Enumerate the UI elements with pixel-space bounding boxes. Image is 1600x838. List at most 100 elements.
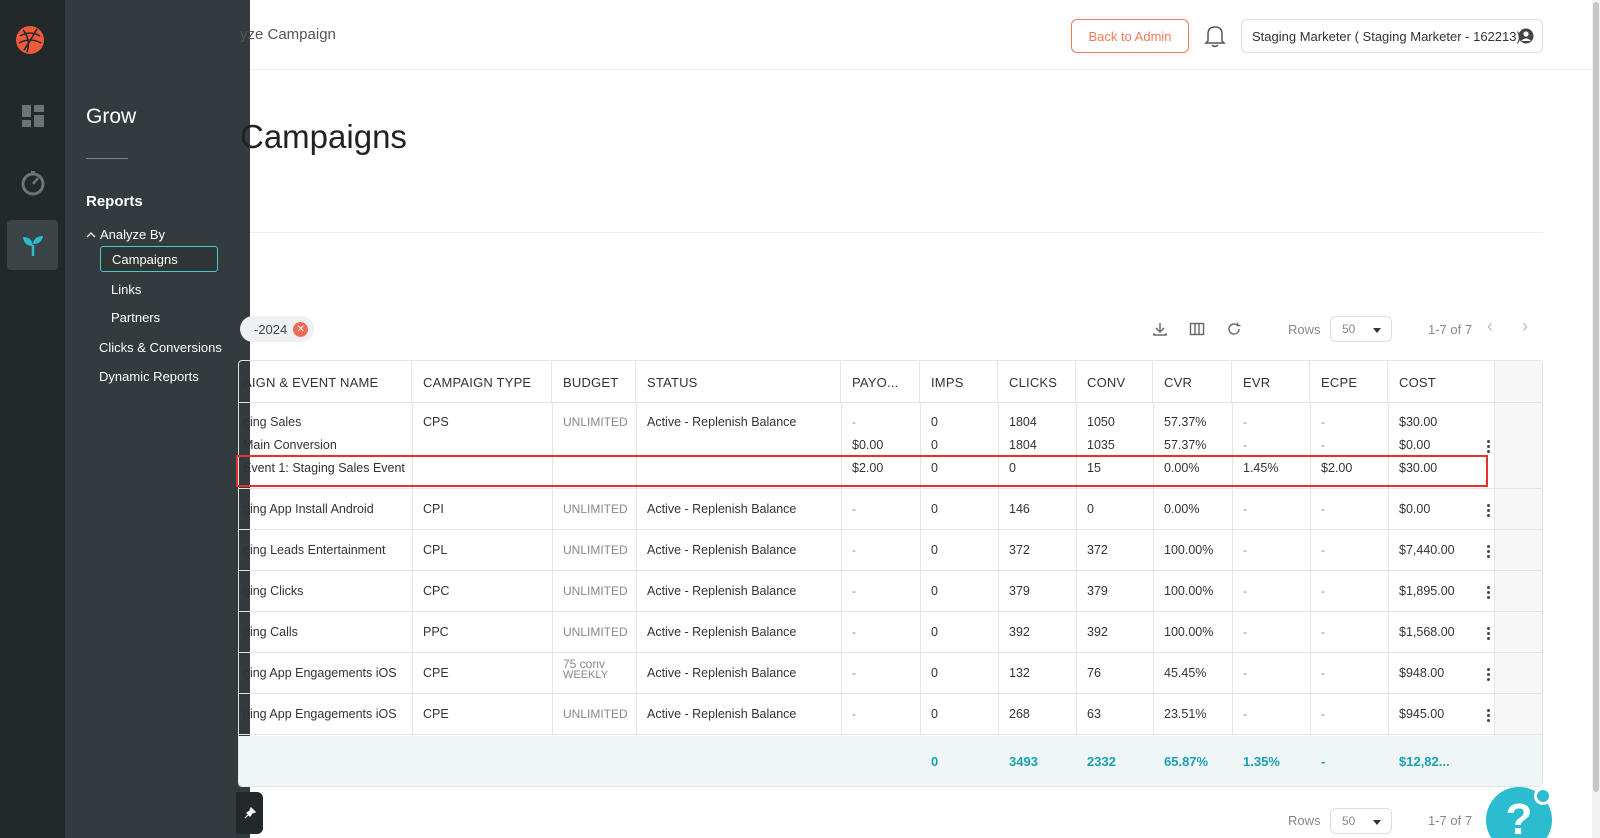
total-clicks: 3493	[1009, 754, 1038, 769]
breadcrumb[interactable]: yze Campaign	[240, 26, 336, 43]
cell-ecpe: -	[1321, 502, 1325, 516]
col-header-imps[interactable]: IMPS	[920, 361, 998, 403]
cell-name[interactable]: ging Leads Entertainment	[243, 543, 385, 557]
row-actions-icon[interactable]	[1487, 544, 1491, 560]
page-scrollbar[interactable]	[1592, 0, 1600, 838]
table-row[interactable]: ging Calls PPC UNLIMITED Active - Replenish…	[239, 612, 1542, 653]
cell-name[interactable]: ging Clicks	[243, 584, 303, 598]
cell-clicks: 146	[1009, 502, 1030, 516]
col-header-name[interactable]: AIGN & EVENT NAME	[239, 361, 412, 403]
sidebar-item-dynamic-reports[interactable]: Dynamic Reports	[99, 369, 199, 384]
table-row[interactable]: ging App Engagements iOS CPE 75 conv WEEKLY…	[239, 653, 1542, 694]
cell-name[interactable]: Main Conversion	[243, 438, 337, 452]
cell-evr: -	[1243, 438, 1247, 452]
cell-clicks: 392	[1009, 625, 1030, 639]
table-row[interactable]: ging Leads Entertainment CPL UNLIMITED Acti…	[239, 530, 1542, 571]
sidebar-item-partners[interactable]: Partners	[100, 306, 171, 329]
cell-cost: $0.00	[1399, 438, 1431, 452]
app-root: Grow Reports Analyze By Campaigns Links …	[0, 0, 1600, 838]
logo-icon[interactable]	[15, 25, 45, 55]
col-header-budget[interactable]: BUDGET	[552, 361, 636, 403]
col-header-status[interactable]: STATUS	[636, 361, 841, 403]
date-filter-chip[interactable]: -2024 ✕	[240, 316, 315, 342]
cell-status: Active - Replenish Balance	[647, 707, 797, 721]
date-filter-chip-label: -2024	[254, 321, 288, 337]
cell-cvr: 45.45%	[1164, 666, 1207, 680]
sprout-icon[interactable]	[7, 220, 58, 270]
cell-type: CPI	[423, 502, 444, 516]
sidebar-item-links[interactable]: Links	[100, 278, 152, 301]
pager-text: 1-7 of 7	[1428, 322, 1473, 337]
cell-clicks: 132	[1009, 666, 1030, 680]
chevron-down-icon	[1373, 328, 1381, 333]
col-header-ecpe[interactable]: ECPE	[1310, 361, 1388, 403]
cell-name[interactable]: ging App Install Android	[243, 502, 374, 516]
col-header-conv[interactable]: CONV	[1076, 361, 1153, 403]
cell-name[interactable]: ging Sales	[243, 415, 301, 429]
total-ecpe: -	[1321, 754, 1326, 769]
column-separator	[1076, 403, 1077, 735]
scrollbar-thumb[interactable]	[1593, 2, 1599, 792]
row-actions-icon[interactable]	[1487, 503, 1491, 519]
rows-per-page-select[interactable]: 50	[1330, 316, 1392, 342]
user-menu[interactable]: Staging Marketer ( Staging Marketer - 16…	[1241, 19, 1543, 53]
refresh-icon[interactable]	[1224, 319, 1244, 339]
col-header-cvr[interactable]: CVR	[1153, 361, 1232, 403]
cell-status: Active - Replenish Balance	[647, 625, 797, 639]
pin-icon[interactable]	[236, 792, 263, 834]
cell-name[interactable]: ging App Engagements iOS	[243, 707, 397, 721]
gauge-icon[interactable]	[7, 158, 58, 208]
cell-type: CPC	[423, 584, 450, 598]
cell-ecpe: -	[1321, 584, 1325, 598]
col-header-cost[interactable]: COST	[1388, 361, 1496, 403]
col-header-payout[interactable]: PAYO...	[841, 361, 920, 403]
title-divider	[250, 232, 1543, 233]
bottom-pager-text: 1-7 of 7	[1428, 813, 1473, 828]
close-icon[interactable]: ✕	[293, 321, 309, 337]
cell-ecpe: -	[1321, 625, 1325, 639]
col-header-clicks[interactable]: CLICKS	[998, 361, 1076, 403]
total-cost: $12,82...	[1399, 754, 1450, 769]
cell-clicks: 379	[1009, 584, 1030, 598]
table-row[interactable]: ging App Install Android CPI UNLIMITED Acti…	[239, 489, 1542, 530]
row-actions-icon[interactable]	[1487, 585, 1491, 601]
bottom-rows-label: Rows	[1288, 813, 1321, 828]
sidebar-item-clicks-conversions[interactable]: Clicks & Conversions	[99, 340, 222, 355]
column-separator	[1388, 403, 1389, 735]
sidebar-reports-heading: Reports	[86, 193, 143, 210]
cell-budget: UNLIMITED	[563, 415, 628, 429]
columns-icon[interactable]	[1187, 319, 1207, 339]
rows-label: Rows	[1288, 322, 1321, 337]
dashboard-icon[interactable]	[7, 91, 58, 141]
cell-type: CPS	[423, 415, 449, 429]
total-evr: 1.35%	[1243, 754, 1280, 769]
sidebar-item-campaigns[interactable]: Campaigns	[100, 246, 218, 272]
back-to-admin-button[interactable]: Back to Admin	[1071, 19, 1189, 53]
help-notification-dot	[1534, 787, 1552, 805]
sidebar-panel: Grow Reports Analyze By Campaigns Links …	[65, 0, 250, 838]
cell-status: Active - Replenish Balance	[647, 584, 797, 598]
prev-page-icon[interactable]: ‹	[1487, 316, 1493, 337]
table-row[interactable]: ging Clicks CPC UNLIMITED Active - Replenis…	[239, 571, 1542, 612]
rows-per-page-value: 50	[1342, 322, 1356, 336]
row-actions-icon[interactable]	[1487, 667, 1491, 683]
row-actions-icon[interactable]	[1487, 440, 1491, 455]
sidebar-analyze-by-label: Analyze By	[100, 227, 166, 242]
bell-icon[interactable]	[1204, 24, 1226, 53]
help-label: ?	[1505, 795, 1533, 838]
bottom-rows-per-page-select[interactable]: 50	[1330, 808, 1392, 834]
cell-conv: 63	[1087, 707, 1101, 721]
sidebar-analyze-by-toggle[interactable]: Analyze By	[86, 227, 165, 242]
cell-name[interactable]: ging Calls	[243, 625, 298, 639]
row-actions-icon[interactable]	[1487, 708, 1491, 724]
cell-name[interactable]: ging App Engagements iOS	[243, 666, 397, 680]
next-page-icon[interactable]: ›	[1522, 316, 1528, 337]
col-header-evr[interactable]: EVR	[1232, 361, 1310, 403]
cell-evr: -	[1243, 502, 1247, 516]
download-icon[interactable]	[1150, 319, 1170, 339]
col-header-campaign-type[interactable]: CAMPAIGN TYPE	[412, 361, 552, 403]
cell-payout: -	[852, 415, 856, 429]
row-actions-icon[interactable]	[1487, 626, 1491, 642]
table-row[interactable]: ging App Engagements iOS CPE UNLIMITED Acti…	[239, 694, 1542, 735]
cell-imps: 0	[931, 707, 938, 721]
